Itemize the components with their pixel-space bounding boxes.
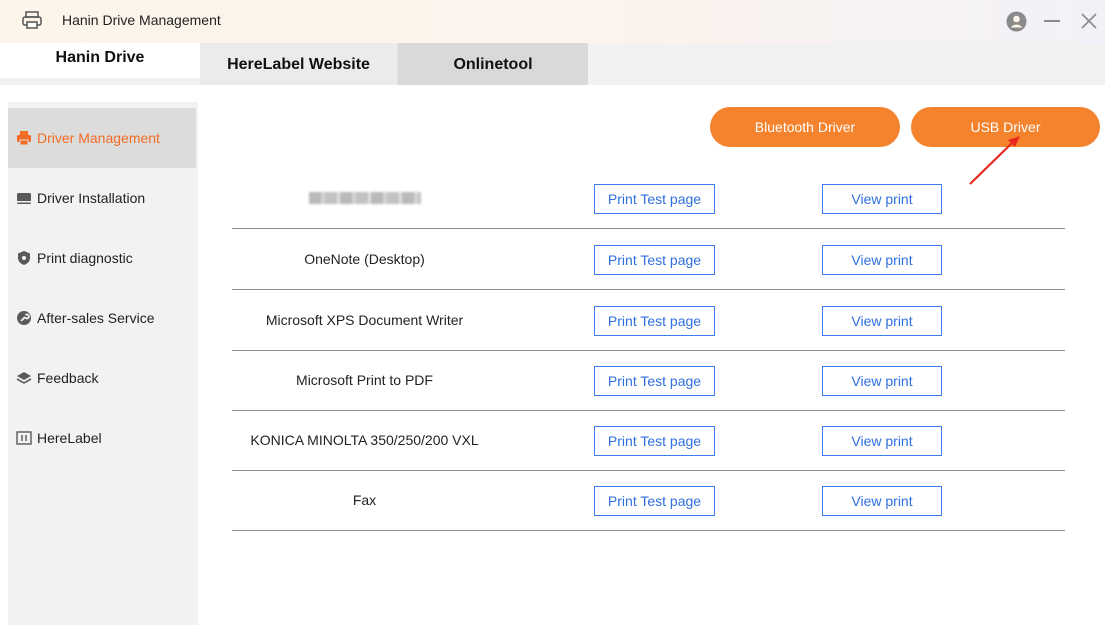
view-print-button[interactable]: View print — [822, 245, 942, 275]
title-bar: Hanin Drive Management — [0, 0, 1105, 43]
shield-icon — [18, 251, 30, 265]
sidebar-item-print-diagnostic[interactable]: Print diagnostic — [8, 228, 196, 288]
printer-row: Microsoft XPS Document Writer Print Test… — [232, 290, 1065, 351]
printer-row: Print Test page View print — [232, 168, 1065, 229]
sidebar-item-label: Driver Installation — [37, 190, 146, 206]
tab-bar-spacer — [588, 43, 1105, 85]
printer-icon — [17, 131, 31, 146]
sidebar-item-after-sales-service[interactable]: After-sales Service — [8, 288, 196, 348]
sidebar-item-label: HereLabel — [37, 430, 102, 446]
print-test-page-button[interactable]: Print Test page — [594, 306, 715, 336]
bluetooth-driver-button[interactable]: Bluetooth Driver — [710, 107, 900, 147]
sidebar-item-label: Feedback — [37, 370, 99, 386]
printer-name: KONICA MINOLTA 350/250/200 VXL — [250, 432, 479, 448]
layers-icon — [16, 372, 32, 384]
minimize-icon[interactable] — [1044, 20, 1060, 22]
print-test-page-button[interactable]: Print Test page — [594, 245, 715, 275]
printer-name: OneNote (Desktop) — [304, 251, 425, 267]
sidebar-item-driver-installation[interactable]: Driver Installation — [8, 168, 196, 228]
sidebar-item-label: After-sales Service — [37, 310, 155, 326]
grid-icon — [16, 431, 32, 445]
printer-row: KONICA MINOLTA 350/250/200 VXL Print Tes… — [232, 410, 1065, 471]
printer-row: OneNote (Desktop) Print Test page View p… — [232, 229, 1065, 290]
printer-app-icon — [22, 11, 42, 29]
tab-bar: Hanin Drive HereLabel Website Onlinetool — [0, 43, 1105, 85]
tab-onlinetool[interactable]: Onlinetool — [398, 43, 588, 85]
printer-row: Microsoft Print to PDF Print Test page V… — [232, 350, 1065, 411]
user-icon[interactable] — [1006, 11, 1027, 32]
tab-hanin-drive[interactable]: Hanin Drive — [0, 43, 200, 78]
app-title: Hanin Drive Management — [62, 12, 221, 28]
sidebar-item-driver-management[interactable]: Driver Management — [8, 108, 196, 168]
print-test-page-button[interactable]: Print Test page — [594, 426, 715, 456]
tab-herelabel-website[interactable]: HereLabel Website — [200, 43, 398, 85]
print-test-page-button[interactable]: Print Test page — [594, 184, 715, 214]
printer-name: Fax — [352, 492, 377, 508]
install-icon — [17, 193, 31, 204]
wrench-icon — [17, 311, 31, 325]
view-print-button[interactable]: View print — [822, 306, 942, 336]
printer-row: Fax Print Test page View print — [232, 470, 1065, 531]
close-icon[interactable] — [1080, 12, 1098, 30]
sidebar-item-label: Driver Management — [37, 130, 160, 146]
sidebar-item-herelabel[interactable]: HereLabel — [8, 408, 196, 468]
printer-name: Microsoft Print to PDF — [296, 372, 433, 388]
sidebar-item-label: Print diagnostic — [37, 250, 133, 266]
print-test-page-button[interactable]: Print Test page — [594, 486, 715, 516]
view-print-button[interactable]: View print — [822, 426, 942, 456]
view-print-button[interactable]: View print — [822, 486, 942, 516]
blurred-printer-name — [308, 192, 421, 204]
view-print-button[interactable]: View print — [822, 366, 942, 396]
print-test-page-button[interactable]: Print Test page — [594, 366, 715, 396]
printer-name: Microsoft XPS Document Writer — [265, 312, 464, 328]
view-print-button[interactable]: View print — [822, 184, 942, 214]
sidebar: Driver Management Driver Installation Pr… — [8, 102, 198, 625]
printer-name-blurred — [232, 168, 497, 228]
sidebar-item-feedback[interactable]: Feedback — [8, 348, 196, 408]
